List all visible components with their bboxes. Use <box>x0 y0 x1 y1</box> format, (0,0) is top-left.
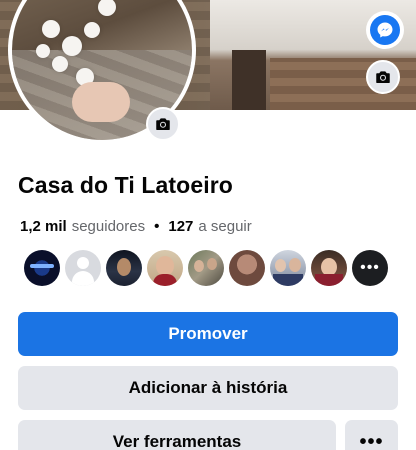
follower-avatars[interactable]: ••• <box>24 250 393 286</box>
follower-avatar[interactable] <box>188 250 224 286</box>
more-followers-button[interactable]: ••• <box>352 250 388 286</box>
following-count[interactable]: 127 <box>168 218 193 235</box>
messenger-icon <box>370 15 400 45</box>
followers-label[interactable]: seguidores <box>72 218 145 235</box>
blossom <box>52 56 68 72</box>
hand <box>72 82 130 122</box>
blossom <box>84 22 100 38</box>
follower-avatar[interactable] <box>24 250 60 286</box>
follower-avatar[interactable] <box>270 250 306 286</box>
stats-separator: • <box>154 218 160 235</box>
follower-avatar[interactable] <box>106 250 142 286</box>
follower-avatar[interactable] <box>65 250 101 286</box>
follower-avatar[interactable] <box>229 250 265 286</box>
more-dots-icon: ••• <box>360 259 380 276</box>
messenger-button[interactable] <box>366 11 404 49</box>
following-label[interactable]: a seguir <box>198 218 251 235</box>
camera-icon <box>376 71 390 83</box>
blossom <box>62 36 82 56</box>
follower-avatar[interactable] <box>311 250 347 286</box>
promote-button[interactable]: Promover <box>18 312 398 356</box>
blossom <box>36 44 50 58</box>
followers-count[interactable]: 1,2 mil <box>20 218 67 235</box>
cover-camera-button[interactable] <box>366 60 400 94</box>
page-stats: 1,2 mil seguidores • 127 a seguir <box>20 218 252 235</box>
blossom <box>42 20 60 38</box>
follower-avatar[interactable] <box>147 250 183 286</box>
add-to-story-button[interactable]: Adicionar à história <box>18 366 398 410</box>
page-title: Casa do Ti Latoeiro <box>18 172 233 198</box>
cover-door <box>232 50 266 110</box>
camera-icon <box>156 118 170 130</box>
more-options-button[interactable]: ••• <box>345 420 398 450</box>
profile-camera-button[interactable] <box>146 107 180 141</box>
blossom <box>98 0 116 16</box>
view-tools-button[interactable]: Ver ferramentas <box>18 420 336 450</box>
